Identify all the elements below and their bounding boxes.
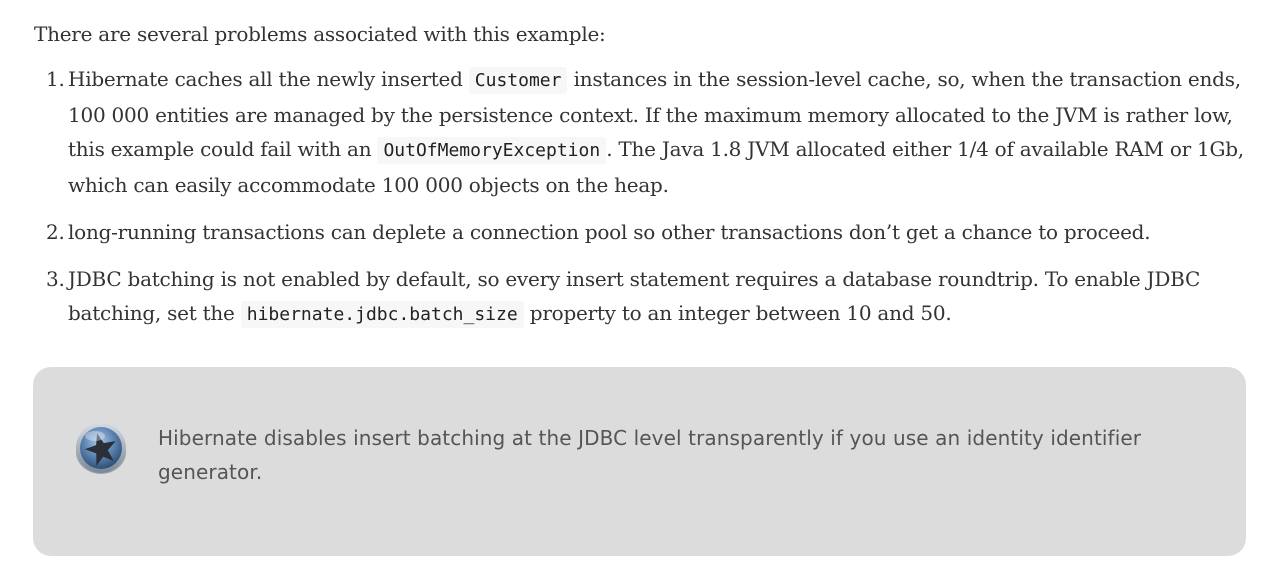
list-item-text: property to an integer between 10 and 50… [523, 301, 952, 325]
list-item-number: 1. [46, 67, 65, 91]
inline-code-customer: Customer [468, 67, 568, 94]
list-item-text: long-running transactions can deplete a … [68, 220, 1151, 244]
intro-paragraph: There are several problems associated wi… [34, 22, 606, 46]
article-content: There are several problems associated wi… [34, 17, 1246, 345]
tip-text: Hibernate disables insert batching at th… [158, 426, 1142, 484]
list-item-number: 3. [46, 267, 65, 291]
list-item-text: Hibernate caches all the newly inserted [68, 67, 469, 91]
inline-code-batch-size: hibernate.jdbc.batch_size [240, 301, 524, 328]
tip-admonition: Hibernate disables insert batching at th… [33, 367, 1246, 556]
list-item: 3. JDBC batching is not enabled by defaul… [34, 262, 1246, 332]
problems-list: 1. Hibernate caches all the newly inserte… [34, 62, 1246, 332]
tip-icon-graphic [76, 423, 126, 474]
inline-code-outofmemoryexception: OutOfMemoryException [377, 137, 607, 164]
tip-icon [74, 421, 128, 475]
list-item: 1. Hibernate caches all the newly inserte… [34, 62, 1246, 202]
list-item-number: 2. [46, 220, 65, 244]
list-item: 2. long-running transactions can deplete … [34, 215, 1246, 249]
